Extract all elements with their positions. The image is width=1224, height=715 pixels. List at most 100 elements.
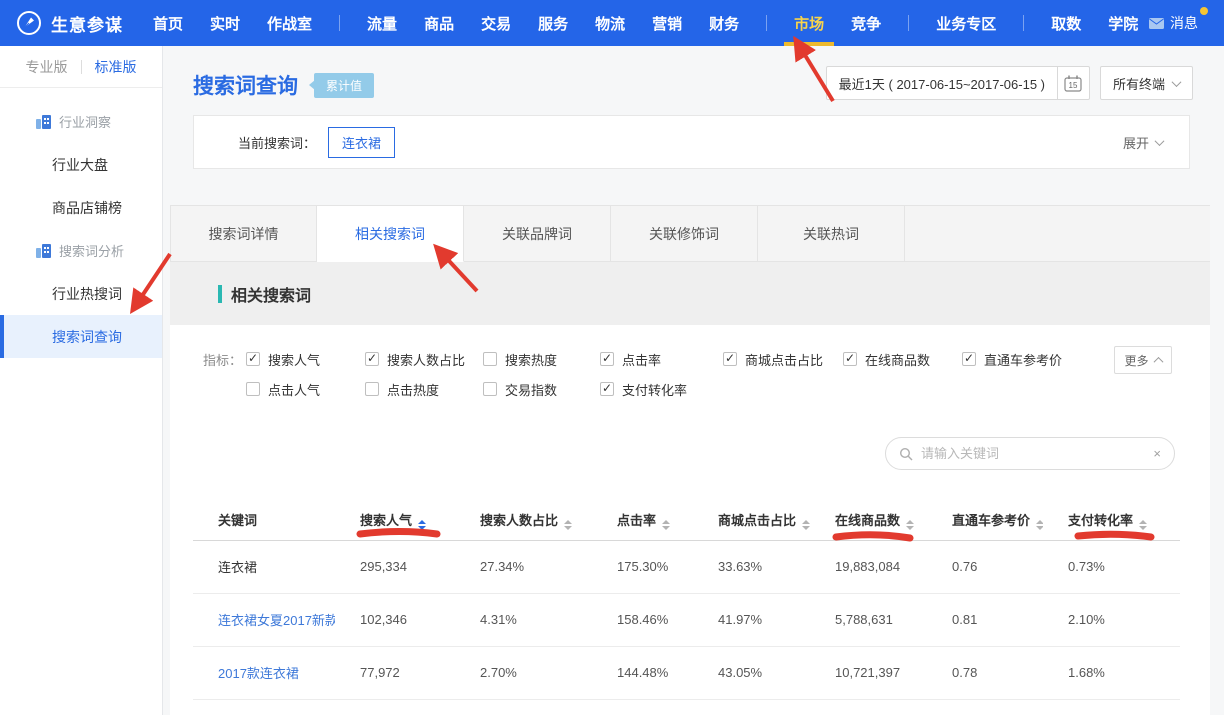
col-payment-conversion[interactable]: 支付转化率 [1043, 500, 1180, 540]
checkbox-icon[interactable] [600, 352, 614, 366]
table-row: 2017款连衣裙 77,972 2.70% 144.48% 43.05% 10,… [193, 646, 1180, 699]
tab-bar: 搜索词详情 相关搜索词 关联品牌词 关联修饰词 关联热词 [170, 205, 1210, 262]
checkbox-icon[interactable] [365, 382, 379, 396]
checkbox-icon[interactable] [723, 352, 737, 366]
sort-icon[interactable] [418, 520, 426, 530]
tab-related-hot-words[interactable]: 关联热词 [758, 206, 905, 262]
search-input[interactable] [921, 446, 1145, 461]
value-cell: 2.10% [1043, 593, 1180, 646]
nav-item-business-zone[interactable]: 业务专区 [936, 0, 996, 46]
checkbox-icon[interactable] [843, 352, 857, 366]
tab-related-brand-words[interactable]: 关联品牌词 [464, 206, 611, 262]
keyword-link[interactable]: 连衣裙女夏2017新款 [218, 613, 335, 628]
clear-icon[interactable]: × [1153, 446, 1161, 461]
filters-label: 指标： [203, 350, 246, 369]
header-controls: 最近1天 ( 2017-06-15~2017-06-15 ) 15 所有终端 [826, 66, 1193, 100]
nav-item-marketing[interactable]: 营销 [652, 0, 682, 46]
table-header-row: 关键词 搜索人气 搜索人数占比 点击率 商城点击占比 在线商品数 直通车参考价 … [193, 500, 1180, 540]
nav-item-competition[interactable]: 竞争 [851, 0, 881, 46]
current-term-card: 当前搜索词： 连衣裙 展开 [193, 115, 1190, 169]
sort-icon[interactable] [564, 520, 572, 530]
nav-item-finance[interactable]: 财务 [709, 0, 739, 46]
value-cell: 158.46% [592, 593, 693, 646]
nav-item-product[interactable]: 商品 [424, 0, 454, 46]
nav-item-war-room[interactable]: 作战室 [267, 0, 312, 46]
checkbox-icon[interactable] [246, 382, 260, 396]
brand-logo-icon [16, 10, 42, 36]
col-mall-click-ratio[interactable]: 商城点击占比 [693, 500, 810, 540]
sidebar-item-industry-hot-words[interactable]: 行业热搜词 [0, 272, 162, 315]
tab-bar-filler [905, 206, 1210, 262]
checkbox-icon[interactable] [365, 352, 379, 366]
metric-checkbox-search-user-ratio[interactable]: 搜索人数占比 [365, 350, 483, 369]
value-cell: 77,972 [335, 646, 455, 699]
nav-item-realtime[interactable]: 实时 [210, 0, 240, 46]
related-words-table: 关键词 搜索人气 搜索人数占比 点击率 商城点击占比 在线商品数 直通车参考价 … [193, 500, 1180, 700]
tab-search-word-detail[interactable]: 搜索词详情 [170, 206, 317, 262]
version-tab-standard[interactable]: 标准版 [95, 57, 137, 77]
nav-item-traffic[interactable]: 流量 [367, 0, 397, 46]
date-range-picker[interactable]: 最近1天 ( 2017-06-15~2017-06-15 ) 15 [826, 66, 1090, 100]
checkbox-icon[interactable] [483, 382, 497, 396]
checkbox-icon[interactable] [483, 352, 497, 366]
terminal-filter-dropdown[interactable]: 所有终端 [1100, 66, 1193, 100]
nav-item-academy[interactable]: 学院 [1108, 0, 1138, 46]
nav-item-data-extract[interactable]: 取数 [1051, 0, 1081, 46]
sidebar-item-industry-dashboard[interactable]: 行业大盘 [0, 143, 162, 186]
value-cell: 4.31% [455, 593, 592, 646]
sort-icon[interactable] [1139, 520, 1147, 530]
metric-checkbox-search-heat[interactable]: 搜索热度 [483, 350, 600, 369]
sidebar-group-search-word-analysis: 搜索词分析 [0, 229, 162, 272]
sort-icon[interactable] [802, 520, 810, 530]
tab-related-search-words[interactable]: 相关搜索词 [317, 206, 464, 262]
metric-checkbox-click-rate[interactable]: 点击率 [600, 350, 723, 369]
sidebar-item-search-word-query[interactable]: 搜索词查询 [0, 315, 162, 358]
brand[interactable]: 生意参谋 [16, 0, 123, 46]
table-row: 连衣裙 295,334 27.34% 175.30% 33.63% 19,883… [193, 540, 1180, 593]
chevron-down-icon [1155, 136, 1165, 146]
metric-checkbox-click-heat[interactable]: 点击热度 [365, 380, 483, 399]
col-online-products[interactable]: 在线商品数 [810, 500, 927, 540]
table-row: 连衣裙女夏2017新款 102,346 4.31% 158.46% 41.97%… [193, 593, 1180, 646]
keyword-search-box: × [885, 437, 1175, 470]
sort-icon[interactable] [906, 520, 914, 530]
metric-checkbox-payment-conversion[interactable]: 支付转化率 [600, 380, 723, 399]
message-button[interactable]: 消息 [1149, 0, 1208, 46]
metric-checkbox-trade-index[interactable]: 交易指数 [483, 380, 600, 399]
col-search-popularity[interactable]: 搜索人气 [335, 500, 455, 540]
calendar-icon[interactable]: 15 [1057, 67, 1089, 99]
checkbox-icon[interactable] [246, 352, 260, 366]
col-ztc-ref-price[interactable]: 直通车参考价 [927, 500, 1043, 540]
sort-icon[interactable] [662, 520, 670, 530]
nav-divider [1023, 15, 1024, 31]
metric-checkbox-search-popularity[interactable]: 搜索人气 [246, 350, 365, 369]
tab-related-modifier-words[interactable]: 关联修饰词 [611, 206, 758, 262]
col-click-rate[interactable]: 点击率 [592, 500, 693, 540]
metric-checkbox-online-products[interactable]: 在线商品数 [843, 350, 962, 369]
sort-icon[interactable] [1036, 520, 1043, 530]
metric-checkbox-click-popularity[interactable]: 点击人气 [246, 380, 365, 399]
checkbox-icon[interactable] [962, 352, 976, 366]
nav-item-service[interactable]: 服务 [538, 0, 568, 46]
nav-item-trade[interactable]: 交易 [481, 0, 511, 46]
expand-button[interactable]: 展开 [1123, 133, 1163, 152]
content-panel: 指标： 搜索人气 搜索人数占比 搜索热度 点击率 商城点击占比 在线商品数 直通… [170, 325, 1210, 715]
more-button[interactable]: 更多 [1114, 346, 1172, 374]
keyword-cell: 连衣裙 [218, 560, 257, 575]
value-cell: 10,721,397 [810, 646, 927, 699]
metric-checkbox-ztc-ref-price[interactable]: 直通车参考价 [962, 350, 1062, 369]
notification-dot [1200, 7, 1208, 15]
sidebar-item-product-shop-rank[interactable]: 商品店铺榜 [0, 186, 162, 229]
col-search-user-ratio[interactable]: 搜索人数占比 [455, 500, 592, 540]
version-tab-pro[interactable]: 专业版 [26, 57, 68, 77]
value-cell: 0.76 [927, 540, 1043, 593]
page-title: 搜索词查询 [193, 70, 298, 100]
nav-item-home[interactable]: 首页 [153, 0, 183, 46]
checkbox-icon[interactable] [600, 382, 614, 396]
keyword-link[interactable]: 2017款连衣裙 [218, 666, 299, 681]
nav-item-logistics[interactable]: 物流 [595, 0, 625, 46]
nav-item-market[interactable]: 市场 [794, 0, 824, 46]
current-term-value[interactable]: 连衣裙 [328, 127, 395, 158]
version-tab-divider [81, 60, 82, 74]
metric-checkbox-mall-click-ratio[interactable]: 商城点击占比 [723, 350, 843, 369]
